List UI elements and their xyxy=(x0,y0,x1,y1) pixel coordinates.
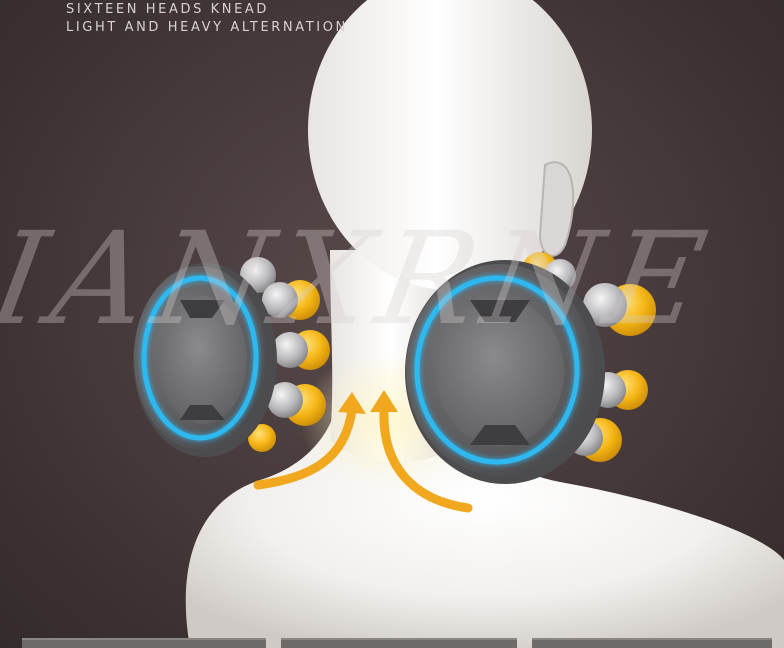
caption-line-2: LIGHT AND HEAVY ALTERNATION xyxy=(66,20,348,35)
neck-massager-illustration xyxy=(133,0,784,648)
thumbnail-1[interactable] xyxy=(22,638,266,648)
thumbnail-2[interactable] xyxy=(281,638,517,648)
ear xyxy=(538,161,575,257)
right-massage-head xyxy=(405,252,656,484)
caption-line-1: SIXTEEN HEADS KNEAD xyxy=(66,2,270,17)
thumbnail-3[interactable] xyxy=(532,638,772,648)
product-image: IANXRNE SIXTEEN HEADS KNEAD LIGHT AND HE… xyxy=(0,0,784,648)
left-massage-head xyxy=(133,257,330,457)
thumbnail-strip xyxy=(0,638,784,648)
